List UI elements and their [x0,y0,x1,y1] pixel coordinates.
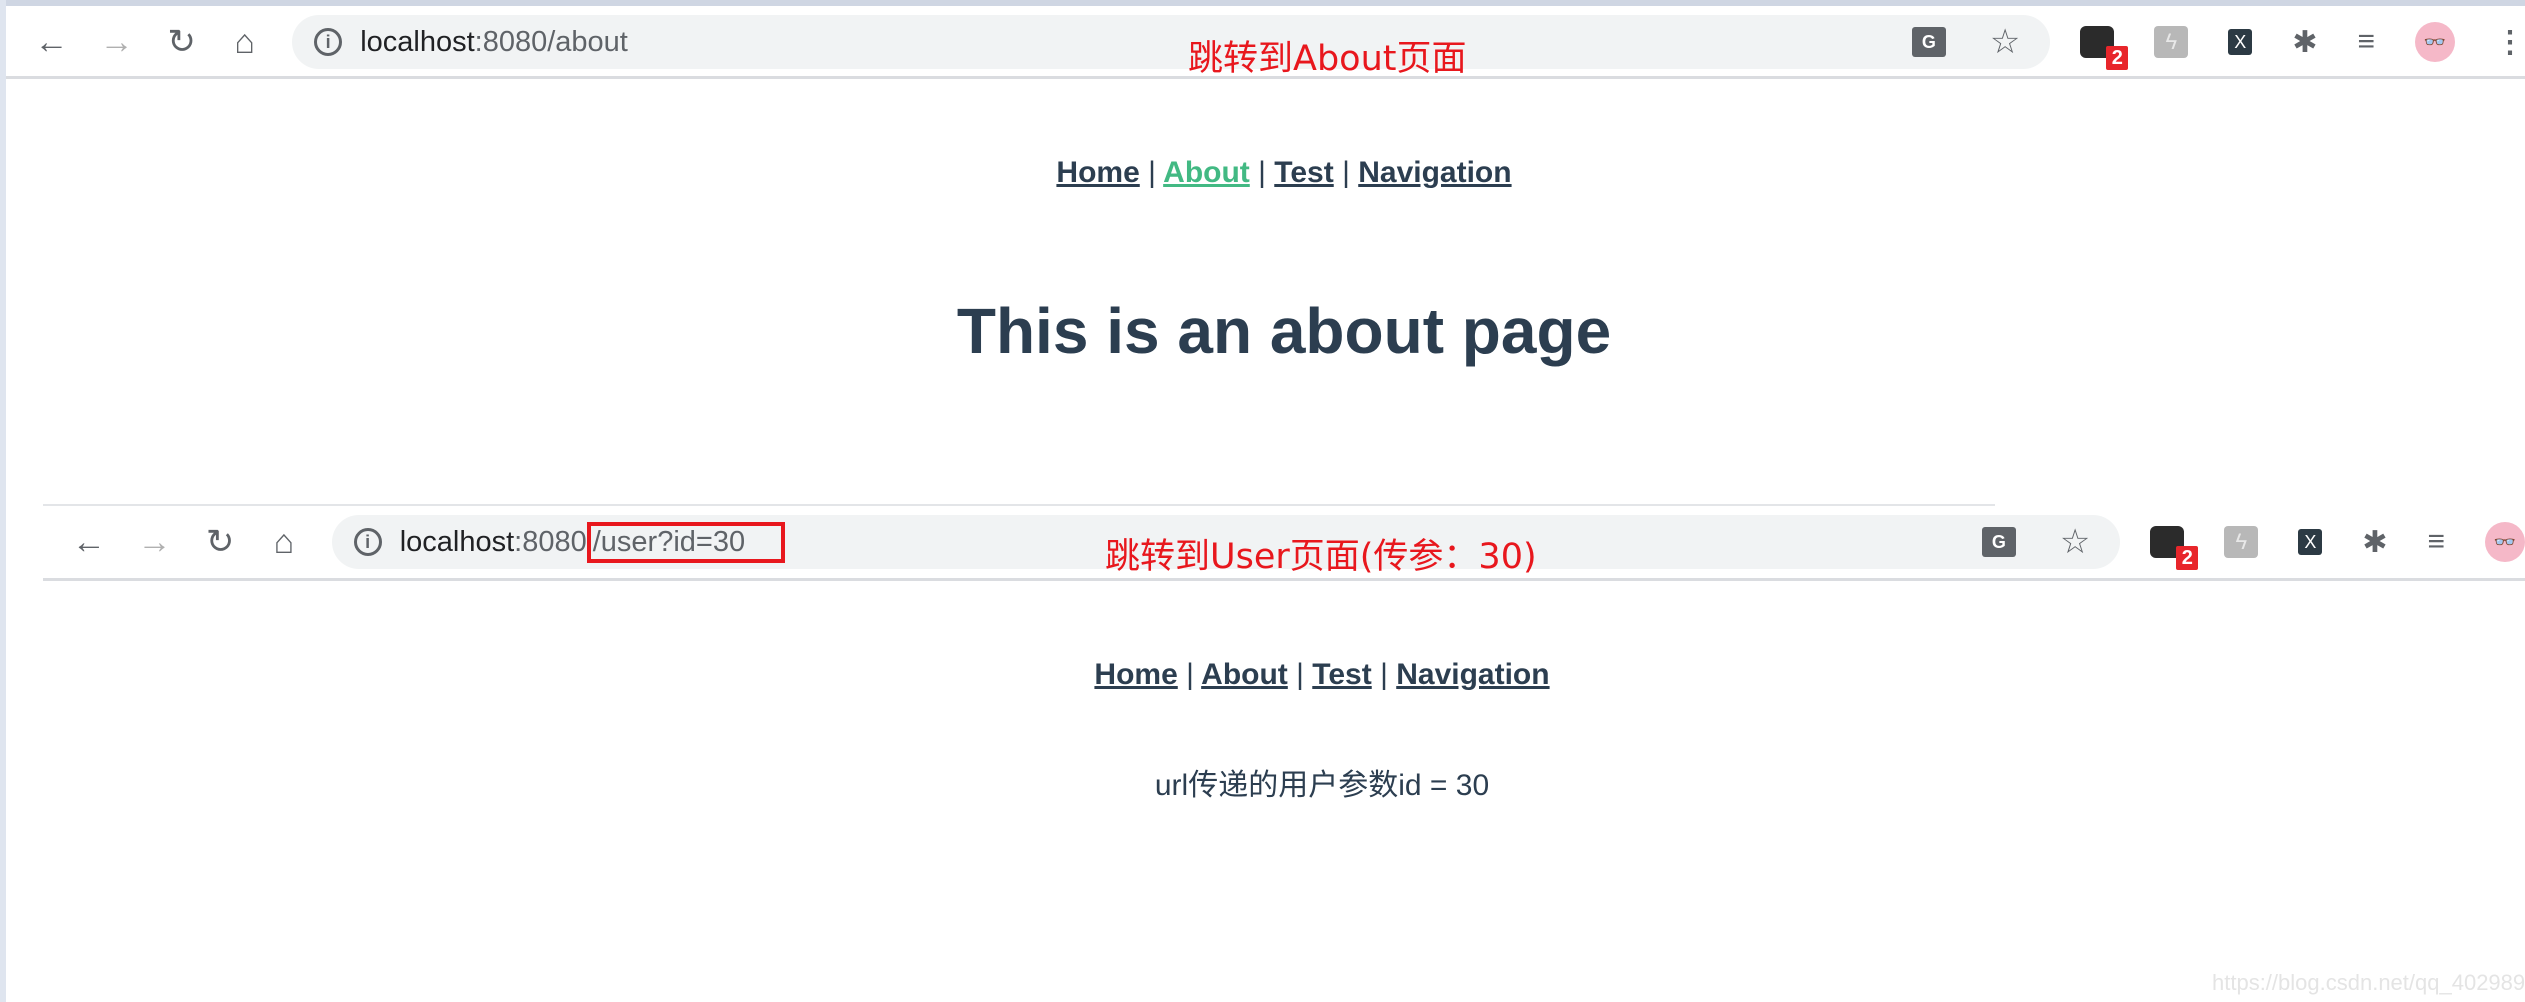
info-icon[interactable]: i [353,528,382,556]
url-port: :8080 [514,525,587,558]
extension-badge: 2 [2176,546,2199,570]
page-nav: Home | About | Test | Navigation [1056,156,1511,190]
media-queue-icon[interactable]: ≡ [2427,525,2445,559]
page-nav: Home | About | Test | Navigation [1094,658,1549,692]
translate-icon[interactable]: G [1911,27,1946,57]
nav-test[interactable]: Test [1274,156,1333,189]
home-icon[interactable]: ⌂ [266,523,302,561]
profile-avatar[interactable]: 👓 [2414,22,2455,62]
nav-home[interactable]: Home [1056,156,1139,189]
bookmark-star-icon[interactable]: ☆ [1990,22,2020,62]
translate-icon[interactable]: G [1981,527,2016,557]
media-queue-icon[interactable]: ≡ [2357,25,2375,59]
x-extension-icon[interactable]: X [2228,29,2253,55]
nav-separator: | [1380,658,1388,691]
puzzle-icon[interactable]: ✱ [2362,525,2387,560]
nav-separator: | [1258,156,1266,189]
url-host: localhost [360,25,475,58]
forward-icon[interactable]: → [137,523,173,561]
reload-icon[interactable]: ↻ [202,523,238,561]
nav-navigation[interactable]: Navigation [1358,156,1511,189]
nav-home[interactable]: Home [1094,658,1177,691]
address-bar[interactable]: i localhost:8080/about G ☆ [292,15,2051,69]
lightning-extension-icon[interactable]: ϟ [2154,26,2189,58]
extension-icon[interactable]: 2 [2080,26,2129,70]
url-path-highlight: /user?id=30 [586,521,786,563]
user-param-text: url传递的用户参数id = 30 [1154,769,1490,802]
reload-icon[interactable]: ↻ [164,23,199,61]
nav-test[interactable]: Test [1312,658,1371,691]
nav-separator: | [1148,156,1156,189]
watermark: https://blog.csdn.net/qq_40298902 [2212,970,2525,995]
page-title: This is an about page [956,295,1612,367]
x-extension-icon[interactable]: X [2298,529,2323,555]
bookmark-star-icon[interactable]: ☆ [2060,522,2090,562]
forward-icon[interactable]: → [99,23,134,61]
profile-avatar[interactable]: 👓 [2485,522,2525,562]
nav-separator: | [1186,658,1194,691]
annotation: 跳转到About页面 [1188,39,1467,79]
nav-separator: | [1296,658,1304,691]
nav-navigation[interactable]: Navigation [1396,658,1549,691]
back-icon[interactable]: ← [34,23,69,61]
puzzle-icon[interactable]: ✱ [2292,25,2317,60]
url-path: :8080/about [474,25,628,58]
back-icon[interactable]: ← [71,523,107,561]
nav-about[interactable]: About [1163,156,1250,189]
nav-about[interactable]: About [1201,658,1288,691]
annotation: 跳转到User页面(传参：30) [1105,537,1537,577]
window-frame-left [0,0,6,1002]
nav-separator: | [1342,156,1350,189]
url-host: localhost [399,525,515,558]
home-icon[interactable]: ⌂ [227,23,262,61]
lightning-extension-icon[interactable]: ϟ [2224,526,2259,558]
info-icon[interactable]: i [314,28,343,56]
extension-icon[interactable]: 2 [2150,526,2199,570]
more-menu-icon[interactable]: ⋮ [2495,25,2525,60]
extension-badge: 2 [2106,46,2129,70]
